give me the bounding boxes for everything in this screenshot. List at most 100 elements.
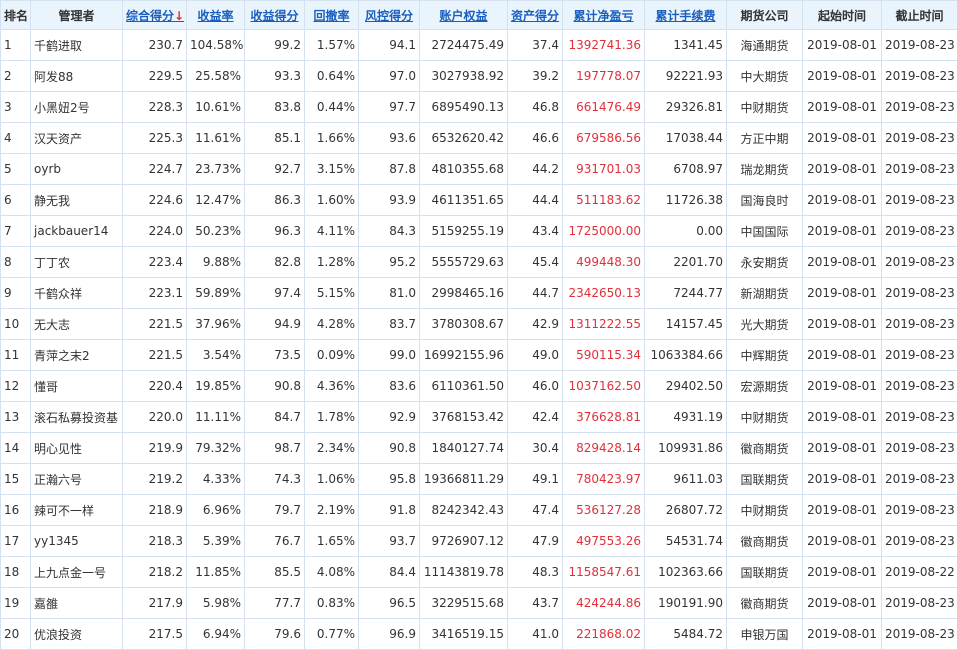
return-rate-cell: 104.58% — [187, 30, 245, 61]
header-rank: 排名 — [1, 1, 31, 30]
asset-score-cell: 44.4 — [508, 185, 563, 216]
risk-score-cell: 99.0 — [359, 340, 420, 371]
equity-cell: 2998465.16 — [420, 278, 508, 309]
fees-cell: 29326.81 — [645, 92, 727, 123]
risk-score-cell: 90.8 — [359, 433, 420, 464]
score-cell: 221.5 — [123, 340, 187, 371]
net-profit-cell: 1392741.36 — [563, 30, 645, 61]
end-date-cell: 2019-08-23 — [882, 278, 957, 309]
return-score-cell: 92.7 — [245, 154, 305, 185]
table-row: 15正瀚六号219.24.33%74.31.06%95.819366811.29… — [1, 464, 957, 495]
start-date-cell: 2019-08-01 — [803, 588, 882, 619]
table-row: 10无大志221.537.96%94.94.28%83.73780308.674… — [1, 309, 957, 340]
asset-score-cell: 39.2 — [508, 61, 563, 92]
header-drawdown[interactable]: 回撤率 — [305, 1, 359, 30]
return-rate-cell: 11.85% — [187, 557, 245, 588]
asset-score-cell: 45.4 — [508, 247, 563, 278]
net-profit-cell: 1725000.00 — [563, 216, 645, 247]
drawdown-cell: 3.15% — [305, 154, 359, 185]
net-profit-cell: 221868.02 — [563, 619, 645, 650]
header-return-rate[interactable]: 收益率 — [187, 1, 245, 30]
drawdown-cell: 0.09% — [305, 340, 359, 371]
rank-cell: 17 — [1, 526, 31, 557]
company-cell: 国联期货 — [727, 557, 803, 588]
risk-score-cell: 81.0 — [359, 278, 420, 309]
header-fees[interactable]: 累计手续费 — [645, 1, 727, 30]
equity-cell: 6110361.50 — [420, 371, 508, 402]
return-rate-cell: 10.61% — [187, 92, 245, 123]
return-rate-cell: 25.58% — [187, 61, 245, 92]
return-score-cell: 94.9 — [245, 309, 305, 340]
sort-return-score-link[interactable]: 收益得分 — [250, 9, 298, 23]
score-cell: 217.5 — [123, 619, 187, 650]
risk-score-cell: 84.4 — [359, 557, 420, 588]
end-date-cell: 2019-08-23 — [882, 588, 957, 619]
header-asset-score[interactable]: 资产得分 — [508, 1, 563, 30]
header-equity[interactable]: 账户权益 — [420, 1, 508, 30]
net-profit-cell: 424244.86 — [563, 588, 645, 619]
header-score[interactable]: 综合得分↓ — [123, 1, 187, 30]
end-date-cell: 2019-08-23 — [882, 433, 957, 464]
end-date-cell: 2019-08-23 — [882, 92, 957, 123]
fees-cell: 6708.97 — [645, 154, 727, 185]
sort-risk-score-link[interactable]: 风控得分 — [365, 9, 413, 23]
table-row: 19嘉雒217.95.98%77.70.83%96.53229515.6843.… — [1, 588, 957, 619]
sort-equity-link[interactable]: 账户权益 — [439, 9, 487, 23]
rank-cell: 19 — [1, 588, 31, 619]
return-score-cell: 86.3 — [245, 185, 305, 216]
fees-cell: 109931.86 — [645, 433, 727, 464]
header-return-score[interactable]: 收益得分 — [245, 1, 305, 30]
company-cell: 中大期货 — [727, 61, 803, 92]
equity-cell: 6895490.13 — [420, 92, 508, 123]
header-net-profit[interactable]: 累计净盈亏 — [563, 1, 645, 30]
sort-asset-score-link[interactable]: 资产得分 — [511, 9, 559, 23]
fees-cell: 1341.45 — [645, 30, 727, 61]
return-score-cell: 85.1 — [245, 123, 305, 154]
sort-score-link[interactable]: 综合得分↓ — [126, 9, 184, 23]
score-cell: 218.3 — [123, 526, 187, 557]
table-row: 1千鹤进取230.7104.58%99.21.57%94.12724475.49… — [1, 30, 957, 61]
sort-net-profit-link[interactable]: 累计净盈亏 — [573, 9, 633, 23]
rank-cell: 8 — [1, 247, 31, 278]
rank-cell: 4 — [1, 123, 31, 154]
end-date-cell: 2019-08-23 — [882, 619, 957, 650]
end-date-cell: 2019-08-23 — [882, 123, 957, 154]
header-risk-score[interactable]: 风控得分 — [359, 1, 420, 30]
net-profit-cell: 679586.56 — [563, 123, 645, 154]
return-rate-cell: 59.89% — [187, 278, 245, 309]
net-profit-cell: 661476.49 — [563, 92, 645, 123]
score-cell: 220.4 — [123, 371, 187, 402]
sort-fees-link[interactable]: 累计手续费 — [655, 9, 715, 23]
return-rate-cell: 6.96% — [187, 495, 245, 526]
manager-cell: 嘉雒 — [31, 588, 123, 619]
start-date-cell: 2019-08-01 — [803, 123, 882, 154]
score-cell: 225.3 — [123, 123, 187, 154]
company-cell: 中财期货 — [727, 402, 803, 433]
company-cell: 国海良时 — [727, 185, 803, 216]
rank-cell: 14 — [1, 433, 31, 464]
score-cell: 224.6 — [123, 185, 187, 216]
rank-cell: 5 — [1, 154, 31, 185]
asset-score-cell: 30.4 — [508, 433, 563, 464]
asset-score-cell: 42.9 — [508, 309, 563, 340]
drawdown-cell: 1.60% — [305, 185, 359, 216]
drawdown-cell: 4.11% — [305, 216, 359, 247]
sort-return-rate-link[interactable]: 收益率 — [197, 9, 233, 23]
return-score-cell: 82.8 — [245, 247, 305, 278]
table-row: 8丁丁农223.49.88%82.81.28%95.25555729.6345.… — [1, 247, 957, 278]
equity-cell: 16992155.96 — [420, 340, 508, 371]
score-cell: 230.7 — [123, 30, 187, 61]
net-profit-cell: 1311222.55 — [563, 309, 645, 340]
manager-cell: 千鹤进取 — [31, 30, 123, 61]
company-cell: 方正中期 — [727, 123, 803, 154]
manager-cell: 丁丁农 — [31, 247, 123, 278]
start-date-cell: 2019-08-01 — [803, 154, 882, 185]
manager-cell: 上九点金一号 — [31, 557, 123, 588]
manager-cell: 明心见性 — [31, 433, 123, 464]
risk-score-cell: 84.3 — [359, 216, 420, 247]
sort-drawdown-link[interactable]: 回撤率 — [313, 9, 349, 23]
table-row: 13滚石私募投资基220.011.11%84.71.78%92.93768153… — [1, 402, 957, 433]
return-rate-cell: 37.96% — [187, 309, 245, 340]
fees-cell: 17038.44 — [645, 123, 727, 154]
start-date-cell: 2019-08-01 — [803, 464, 882, 495]
